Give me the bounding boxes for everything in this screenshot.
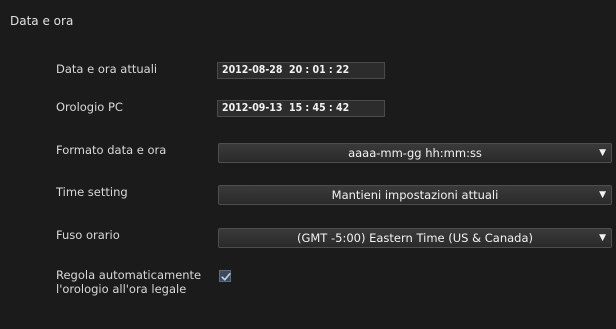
current-datetime-label: Data e ora attuali xyxy=(56,62,158,76)
time-setting-value: Mantieni impostazioni attuali xyxy=(331,188,499,202)
checkmark-icon xyxy=(221,273,231,281)
current-datetime-field[interactable]: 2012-08-28 20 : 01 : 22 xyxy=(217,62,385,79)
date-time-settings-panel: Data e ora Data e ora attuali 2012-08-28… xyxy=(0,0,616,329)
time-setting-select[interactable]: Mantieni impostazioni attuali ▼ xyxy=(218,185,612,205)
timezone-label: Fuso orario xyxy=(56,228,120,242)
section-title: Data e ora xyxy=(10,14,74,28)
dst-checkbox[interactable] xyxy=(219,270,231,282)
datetime-format-value: aaaa-mm-gg hh:mm:ss xyxy=(348,146,482,160)
timezone-select[interactable]: (GMT -5:00) Eastern Time (US & Canada) ▼ xyxy=(218,228,612,248)
timezone-value: (GMT -5:00) Eastern Time (US & Canada) xyxy=(296,231,533,245)
datetime-format-label: Formato data e ora xyxy=(56,143,167,157)
pc-clock-label: Orologio PC xyxy=(56,100,123,114)
datetime-format-select[interactable]: aaaa-mm-gg hh:mm:ss ▼ xyxy=(218,143,612,163)
chevron-down-icon: ▼ xyxy=(599,190,606,200)
dst-label-line1: Regola automaticamente xyxy=(56,268,202,282)
time-setting-label: Time setting xyxy=(56,185,128,199)
dst-label-line2: l'orologio all'ora legale xyxy=(56,282,187,296)
chevron-down-icon: ▼ xyxy=(599,233,606,243)
pc-clock-field[interactable]: 2012-09-13 15 : 45 : 42 xyxy=(217,100,385,117)
chevron-down-icon: ▼ xyxy=(599,148,606,158)
